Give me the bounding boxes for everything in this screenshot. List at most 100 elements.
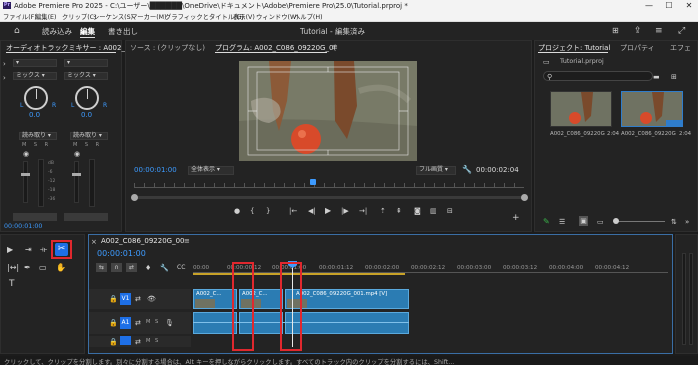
- mix-dropdown-2[interactable]: ミックス ▾: [64, 72, 108, 80]
- panel-menu-icon[interactable]: ≡: [332, 42, 338, 52]
- track-target-a1[interactable]: A1: [120, 317, 131, 329]
- menu-marker[interactable]: マーカー(M): [131, 12, 167, 21]
- mute-button[interactable]: M: [146, 319, 150, 325]
- sequence-menu-icon[interactable]: ≡: [184, 236, 190, 246]
- mic-icon[interactable]: ◉: [74, 149, 80, 159]
- automation-dropdown-2[interactable]: 読み取り ▾: [70, 132, 108, 140]
- track-select-tool-icon[interactable]: ⇥: [25, 245, 32, 255]
- maximize-button[interactable]: ☐: [660, 0, 678, 11]
- thumbnail-zoom-slider[interactable]: [615, 221, 665, 222]
- pen-tool-icon[interactable]: ✒: [24, 263, 31, 273]
- zoom-slider-handle[interactable]: [613, 218, 619, 224]
- video-clip-1[interactable]: A002_C...: [193, 289, 237, 309]
- output-field-1[interactable]: [13, 213, 57, 221]
- pencil-icon[interactable]: ✎: [543, 217, 550, 227]
- video-clip-3[interactable]: A002_C086_09220G_001.mp4 [V]: [285, 289, 409, 309]
- go-to-out-icon[interactable]: →|: [359, 206, 367, 216]
- output-field-2[interactable]: [64, 213, 108, 221]
- lock-icon[interactable]: 🔒: [109, 337, 118, 347]
- sync-lock-icon[interactable]: ⇄: [135, 294, 141, 304]
- track-target-v1[interactable]: V1: [120, 293, 131, 305]
- step-back-icon[interactable]: ◀|: [308, 206, 316, 216]
- mixer-input-dropdown-1[interactable]: ▾: [13, 59, 57, 67]
- step-forward-icon[interactable]: |▶: [341, 206, 349, 216]
- menu-window[interactable]: ウィンドウ(W): [256, 12, 299, 21]
- menu-edit[interactable]: 編集(E): [35, 12, 57, 21]
- share-icon[interactable]: ⇪: [634, 26, 642, 36]
- ripple-edit-tool-icon[interactable]: ⟛: [40, 245, 47, 255]
- mic-icon[interactable]: ◉: [23, 149, 29, 159]
- marker-icon[interactable]: ●: [234, 206, 240, 216]
- quality-dropdown[interactable]: フル画質 ▾: [416, 166, 456, 175]
- msr-buttons-1[interactable]: M S R: [22, 142, 51, 148]
- nest-icon[interactable]: ⇆: [96, 263, 107, 272]
- properties-tab[interactable]: プロパティ: [620, 43, 655, 53]
- effects-tab[interactable]: エフェ: [670, 43, 691, 53]
- new-bin-icon[interactable]: ▬: [653, 72, 660, 82]
- snap-icon[interactable]: ∩: [111, 263, 122, 272]
- tab-export[interactable]: 書き出し: [108, 26, 138, 37]
- camera-icon[interactable]: ◙: [414, 206, 421, 216]
- slip-tool-icon[interactable]: |↔|: [7, 263, 19, 273]
- home-icon[interactable]: ⌂: [14, 26, 20, 36]
- rectangle-tool-icon[interactable]: ▭: [39, 263, 47, 273]
- program-timecode[interactable]: 00:00:01:00: [134, 166, 177, 174]
- comparison-icon[interactable]: ▥: [430, 206, 437, 216]
- icon-view-icon[interactable]: ▣: [579, 216, 588, 226]
- pan-knob-2[interactable]: [75, 86, 99, 110]
- mixer-timecode[interactable]: 00:00:01:00: [4, 223, 42, 230]
- multicam-icon[interactable]: ⊟: [447, 206, 453, 216]
- solo-button[interactable]: S: [155, 319, 158, 325]
- audio-clip-1[interactable]: [193, 312, 237, 334]
- audio-clip-3[interactable]: [285, 312, 409, 334]
- add-button-icon[interactable]: +: [512, 213, 520, 223]
- captions-icon[interactable]: CC: [177, 263, 185, 273]
- go-to-in-icon[interactable]: |←: [289, 206, 297, 216]
- pan-knob-1[interactable]: [24, 86, 48, 110]
- freeform-view-icon[interactable]: ▭: [597, 217, 604, 227]
- sync-lock-icon[interactable]: ⇄: [135, 318, 141, 328]
- new-item-icon[interactable]: »: [685, 217, 689, 227]
- program-ruler[interactable]: [134, 183, 524, 188]
- tab-edit[interactable]: 編集: [80, 26, 95, 37]
- play-icon[interactable]: ▶: [325, 206, 331, 216]
- expand-icon[interactable]: ›: [3, 59, 6, 69]
- selection-tool-icon[interactable]: ▶: [7, 245, 13, 255]
- project-thumbnail-2[interactable]: [621, 91, 683, 127]
- source-tab[interactable]: ソース : (クリップなし): [130, 43, 205, 53]
- pan-value-1[interactable]: 0.0: [29, 111, 40, 119]
- extract-icon[interactable]: ⇞: [396, 206, 402, 216]
- menu-view[interactable]: 表示(V): [233, 12, 255, 21]
- scrollbar-handle-left[interactable]: [131, 194, 138, 201]
- quick-export-icon[interactable]: ⊞: [612, 26, 619, 36]
- volume-fader-2[interactable]: [72, 173, 81, 176]
- msr-buttons-2[interactable]: M S R: [73, 142, 102, 148]
- lock-icon[interactable]: 🔒: [109, 318, 118, 328]
- list-view-icon[interactable]: ☰: [559, 217, 565, 227]
- mark-out-icon[interactable]: }: [266, 206, 270, 216]
- timeline-settings-icon[interactable]: 🔧: [160, 263, 169, 273]
- workspace-menu-icon[interactable]: ≡: [655, 26, 663, 36]
- mic-icon[interactable]: 🎙: [165, 318, 174, 328]
- menu-file[interactable]: ファイル(F): [3, 12, 37, 21]
- solo-button[interactable]: S: [155, 338, 158, 344]
- pan-value-2[interactable]: 0.0: [81, 111, 92, 119]
- close-sequence-icon[interactable]: ×: [91, 237, 97, 247]
- minimize-button[interactable]: —: [640, 0, 658, 11]
- eye-icon[interactable]: 👁: [147, 294, 156, 304]
- collapse-icon[interactable]: ›: [3, 73, 6, 83]
- mute-button[interactable]: M: [146, 338, 150, 344]
- sync-lock-icon[interactable]: ⇄: [135, 337, 141, 347]
- lock-icon[interactable]: 🔒: [109, 294, 118, 304]
- mark-in-icon[interactable]: {: [250, 206, 254, 216]
- mixer-input-dropdown-2[interactable]: ▾: [64, 59, 108, 67]
- menu-sequence[interactable]: シーケンス(S): [93, 12, 133, 21]
- tab-import[interactable]: 読み込み: [42, 26, 72, 37]
- timeline-timecode[interactable]: 00:00:01:00: [97, 249, 146, 258]
- type-tool-icon[interactable]: T: [9, 279, 15, 289]
- volume-fader-1[interactable]: [21, 173, 30, 176]
- video-preview[interactable]: [239, 61, 417, 161]
- view-options-icon[interactable]: ⊞: [671, 72, 677, 82]
- zoom-scrollbar[interactable]: [134, 196, 524, 199]
- close-button[interactable]: ✕: [680, 0, 698, 11]
